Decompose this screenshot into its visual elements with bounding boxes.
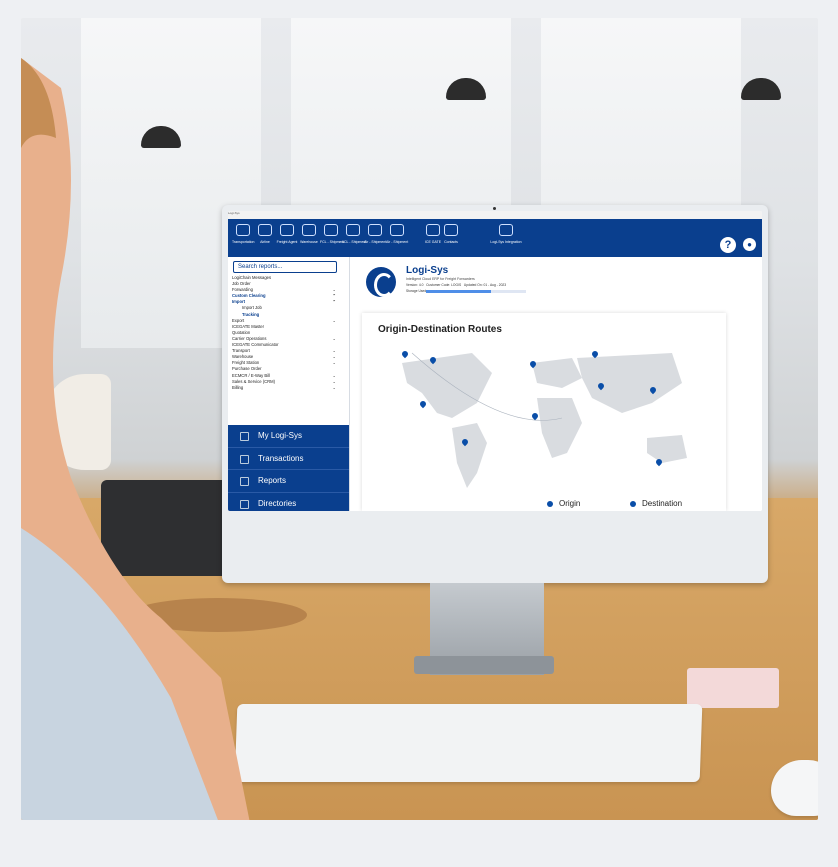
sticky-notes — [687, 668, 779, 708]
sidebar-item-label: ECMCR / E-Way Bill — [232, 372, 270, 378]
nav-label: Directories — [258, 498, 297, 508]
nav-item[interactable]: Reports — [228, 470, 349, 493]
ribbon-item[interactable]: Freight Agent — [276, 224, 298, 244]
sidebar-menu: LogiChain Messages Job Order Forwarding ⌄ Cu… — [232, 275, 336, 391]
sidebar-item-label: ICEGATE Communicator — [232, 342, 279, 348]
updated: Updated On: 01 - Aug - 2023 — [463, 283, 507, 287]
sidebar-item-label: Forwarding — [232, 287, 253, 293]
sidebar-item-label: ICEGATE Master — [232, 323, 265, 329]
keyboard — [234, 704, 703, 782]
legend-destination: Destination — [630, 499, 682, 508]
screen: Logi-Sys Transportation Airline Freight Ag… — [228, 211, 762, 511]
nav-item[interactable]: Directories — [228, 493, 349, 512]
ribbon-icon — [390, 224, 404, 236]
ribbon-label: FCL - Shipment — [320, 240, 345, 244]
sidebar-item-label: Billing — [232, 384, 244, 390]
user-icon[interactable]: ● — [743, 238, 756, 251]
storage-fill — [426, 290, 491, 293]
sidebar-item-label: Carrier Operations — [232, 335, 267, 341]
sidebar-item-label: Transport — [232, 348, 250, 354]
ribbon-item-icegate[interactable]: ICE GATE — [413, 224, 453, 244]
ribbon-label: Air - Shipment — [386, 240, 409, 244]
top-ribbon: Transportation Airline Freight Agent Wareho… — [228, 219, 762, 257]
monitor: Logi-Sys Transportation Airline Freight Ag… — [222, 205, 768, 583]
ribbon-icon — [324, 224, 338, 236]
sidebar-item-label: Job Order — [232, 281, 251, 287]
legend-origin: Origin — [547, 499, 580, 508]
ribbon-item[interactable]: FCL - Shipment — [320, 224, 345, 244]
routes-card: Origin-Destination Routes Origin Destina… — [362, 313, 726, 511]
nav-label: My Logi-Sys — [258, 431, 303, 440]
ribbon-item[interactable]: Transportation — [232, 224, 254, 244]
dashboard: Logi-Sys Intelligent Cloud ERP for Freig… — [350, 257, 762, 511]
pendant-lamp-3 — [741, 78, 781, 100]
world-map — [402, 352, 687, 488]
customer-code: Customer Code: LOGIS — [426, 283, 462, 287]
chevron-icon: ⌄ — [332, 317, 336, 323]
ribbon-label: Transportation — [232, 240, 255, 244]
destination-pin-icon — [630, 500, 636, 507]
sidebar-item-label: Tracking — [242, 311, 260, 317]
ribbon-item[interactable]: Air - Shipment — [364, 224, 386, 244]
ribbon-label: Freight Agent — [276, 240, 298, 244]
monitor-base — [414, 656, 554, 674]
version: Version: 4.0 — [406, 283, 424, 287]
nav-icon — [240, 432, 249, 441]
logi-sys-logo — [366, 267, 396, 297]
nav-item[interactable]: Transactions — [228, 448, 349, 470]
sidebar-item-label: Import — [232, 299, 246, 305]
sidebar-item[interactable]: Billing ⌄ — [232, 385, 336, 391]
tagline: Intelligent Cloud ERP for Freight Forwar… — [406, 277, 475, 281]
brand-title: Logi-Sys — [406, 265, 449, 276]
meta-line: Version: 4.0 Customer Code: LOGIS Update… — [406, 283, 506, 287]
sidebar-item-label: LogiChain Messages — [232, 275, 272, 280]
ribbon-item[interactable]: Warehouse — [298, 224, 320, 244]
ribbon-label: Warehouse — [300, 240, 318, 244]
ribbon-item[interactable]: LCL - Shipment — [342, 224, 367, 244]
ribbon-icon — [280, 224, 294, 236]
sidebar-item-label: Custom Clearing — [232, 293, 266, 299]
ribbon-icon — [258, 224, 272, 236]
window-title: Logi-Sys — [228, 211, 762, 219]
sidebar-item-label: Import Job — [242, 305, 262, 311]
sidebar: Search reports... LogiChain Messages Job … — [228, 257, 350, 511]
camera — [493, 207, 496, 210]
nav-label: Reports — [258, 476, 287, 485]
nav-icon — [240, 477, 249, 486]
sidebar-item-label: Freight Station — [232, 360, 260, 366]
chevron-icon: ⌃ — [332, 299, 336, 305]
ribbon-brand[interactable]: Logi-Sys Integration — [476, 224, 536, 244]
ribbon-label: Airline — [260, 240, 270, 244]
storage-label: Storage Used — [406, 289, 427, 293]
ribbon-icon — [368, 224, 382, 236]
ribbon-icon — [346, 224, 360, 236]
routes-title: Origin-Destination Routes — [378, 324, 502, 335]
chevron-icon: ⌄ — [332, 360, 336, 366]
person-silhouette — [21, 58, 250, 820]
ribbon-label: Air - Shipment — [364, 240, 387, 244]
search-input[interactable]: Search reports... — [233, 261, 337, 273]
gate-icon — [426, 224, 440, 236]
sidebar-item-label: Purchase Order — [232, 366, 262, 372]
sidebar-item-label: Warehouse — [232, 354, 254, 360]
nav-item[interactable]: My Logi-Sys — [228, 425, 349, 448]
ribbon-icon — [236, 224, 250, 236]
chevron-icon: ⌄ — [332, 335, 336, 341]
help-button[interactable]: ? — [720, 237, 736, 253]
chevron-icon: ⌄ — [332, 384, 336, 390]
storage-bar — [426, 290, 526, 293]
ribbon-item[interactable]: Airline — [254, 224, 276, 244]
nav-label: Transactions — [258, 453, 304, 463]
sidebar-item-label: Sales & Service (CRM) — [232, 378, 276, 384]
sidebar-item-label: Export — [232, 317, 245, 323]
nav-icon — [240, 454, 249, 464]
ribbon-item[interactable]: Air - Shipment — [386, 224, 408, 244]
nav-icon — [240, 499, 249, 509]
sidebar-nav: My Logi-Sys Transactions Reports Directorie… — [228, 425, 349, 511]
sidebar-item-label: Quotation — [232, 329, 251, 335]
ribbon-icon — [302, 224, 316, 236]
integration-icon — [499, 224, 513, 236]
ribbon-label: LCL - Shipment — [342, 240, 367, 244]
origin-pin-icon — [547, 500, 553, 507]
